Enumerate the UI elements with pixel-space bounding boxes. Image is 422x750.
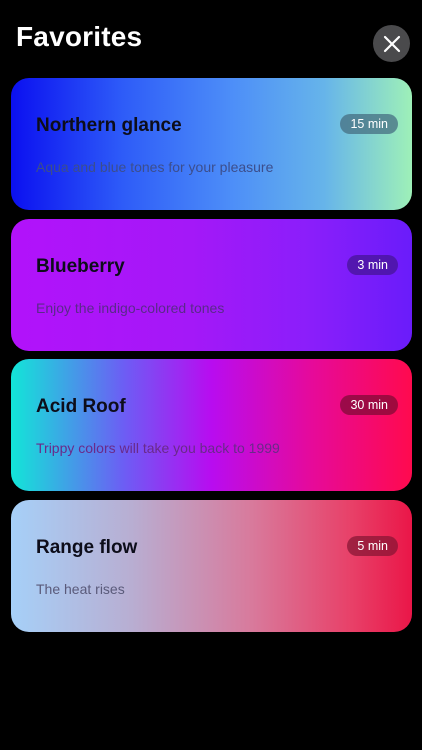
duration-badge: 30 min — [340, 395, 398, 415]
duration-badge: 3 min — [347, 254, 398, 275]
favorite-card-blueberry[interactable]: Blueberry 3 min Enjoy the indigo-colored… — [11, 218, 412, 351]
card-description: Enjoy the indigo-colored tones — [36, 299, 225, 316]
card-title: Northern glance — [36, 115, 182, 136]
close-button[interactable] — [373, 25, 410, 62]
card-description: Aqua and blue tones for your pleasure — [36, 159, 274, 175]
card-title: Acid Roof — [36, 396, 126, 417]
favorite-card-range-flow[interactable]: Range flow 5 min The heat rises — [11, 499, 412, 632]
favorite-card-northern-glance[interactable]: Northern glance 15 min Aqua and blue ton… — [11, 78, 412, 210]
card-description: Trippy colors will take you back to 1999 — [36, 440, 280, 456]
duration-badge: 15 min — [340, 114, 398, 134]
duration-badge: 5 min — [347, 535, 398, 556]
favorites-list: Northern glance 15 min Aqua and blue ton… — [11, 78, 412, 640]
close-icon — [383, 35, 400, 52]
header: Favorites — [0, 0, 422, 75]
card-title: Blueberry — [36, 255, 125, 277]
card-description: The heat rises — [36, 580, 125, 597]
card-title: Range flow — [36, 536, 138, 558]
page-title: Favorites — [16, 21, 143, 52]
favorite-card-acid-roof[interactable]: Acid Roof 30 min Trippy colors will take… — [11, 359, 412, 491]
